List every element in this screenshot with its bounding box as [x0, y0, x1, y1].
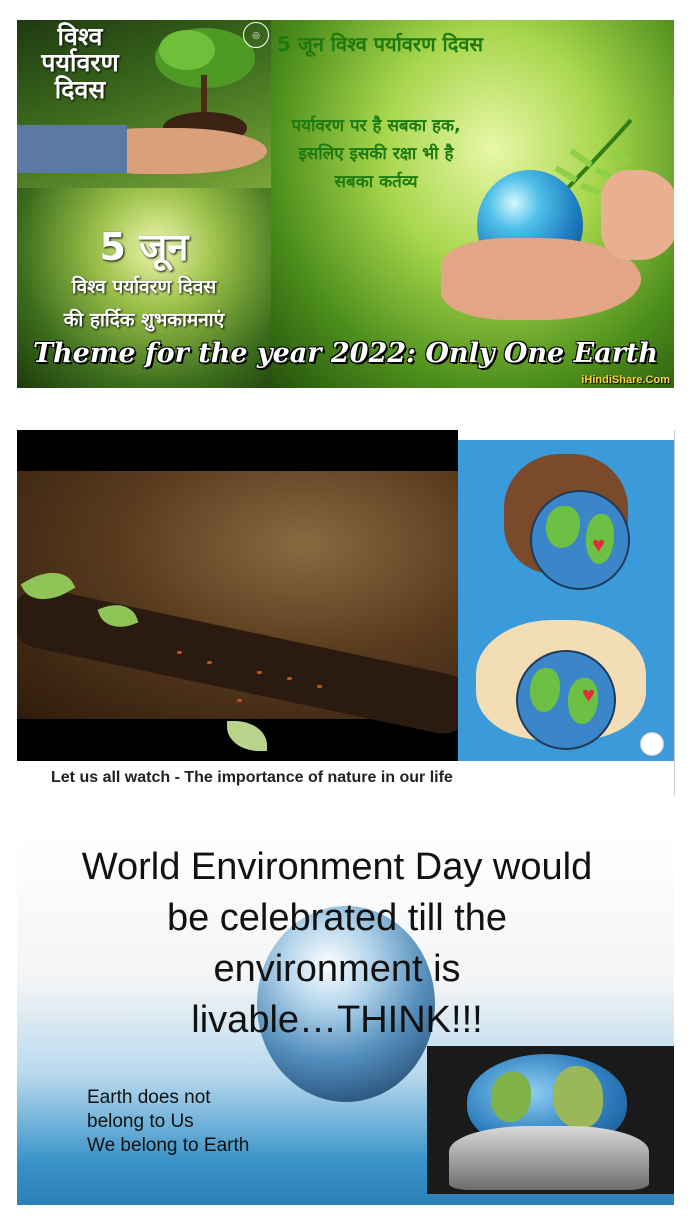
hindi-title: विश्व पर्यावरण दिवस [25, 22, 135, 104]
heart-icon: ♥ [582, 682, 596, 707]
sub-text: Earth does not belong to Us We belong to… [87, 1086, 249, 1158]
ant-icon [287, 677, 292, 680]
ant-icon [177, 651, 182, 654]
headline-line: livable…THINK!!! [191, 999, 483, 1041]
environment-day-collage-image[interactable]: विश्व पर्यावरण दिवस ◎ 5 जून विश्व पर्याव… [17, 20, 674, 388]
land-icon [546, 506, 580, 548]
quote-line: इसलिए इसकी रक्षा भी है [298, 144, 454, 164]
land-icon [553, 1066, 603, 1128]
video-caption: Let us all watch - The importance of nat… [51, 769, 453, 786]
arm-icon [601, 170, 674, 260]
sub-line: Earth does not [87, 1087, 211, 1108]
globe-icon: ♥ [516, 650, 616, 750]
quote-text: पर्यावरण पर है सबका हक, इसलिए इसकी रक्षा… [271, 112, 481, 196]
hands-icon [449, 1126, 649, 1190]
watermark-text: iHindiShare.Com [581, 374, 670, 386]
video-frame[interactable] [17, 471, 479, 751]
headline-text: World Environment Day would be celebrate… [17, 842, 657, 1046]
title-line: विश्व [57, 22, 103, 51]
paper-craft-earth-image: ♥ ♥ [458, 440, 674, 761]
leaf-icon [227, 721, 267, 751]
sapling-in-hands-image: विश्व पर्यावरण दिवस ◎ [17, 20, 271, 188]
headline-line: environment is [213, 948, 461, 990]
ant-icon [207, 661, 212, 664]
date-text: 5 जून [99, 225, 189, 269]
branch-icon [17, 582, 479, 740]
theme-text: Theme for the year 2022: Only One Earth [32, 338, 659, 369]
badge-icon: ◎ [243, 22, 269, 48]
sub-line: We belong to Earth [87, 1135, 250, 1156]
greeting-line: विश्व पर्यावरण दिवस [71, 276, 217, 298]
heart-icon: ♥ [592, 532, 606, 557]
headline-line: World Environment Day would [81, 846, 593, 888]
greeting-line: की हार्दिक शुभकामनाएं [63, 309, 225, 331]
land-icon [491, 1072, 531, 1122]
land-icon [530, 668, 560, 712]
nature-video-card[interactable]: ♥ ♥ Let us all watch - The importance of… [17, 430, 675, 796]
right-heading: 5 जून विश्व पर्यावरण दिवस [277, 32, 483, 56]
headline-line: be celebrated till the [166, 897, 508, 939]
quote-line: पर्यावरण पर है सबका हक, [291, 116, 461, 136]
globe-icon: ♥ [530, 490, 630, 590]
heart-earth-in-hands-image [427, 1046, 674, 1194]
environment-quote-image[interactable]: World Environment Day would be celebrate… [17, 836, 674, 1205]
ant-icon [237, 699, 242, 702]
quote-line: सबका कर्तव्य [334, 172, 418, 192]
sub-line: belong to Us [87, 1111, 194, 1132]
logo-icon [640, 732, 664, 756]
ant-icon [257, 671, 262, 674]
video-player[interactable] [17, 430, 479, 761]
globe-in-hands-image: 5 जून विश्व पर्यावरण दिवस पर्यावरण पर है… [271, 20, 674, 388]
sleeve-icon [17, 125, 127, 173]
title-line: दिवस [54, 74, 106, 104]
title-line: पर्यावरण [41, 48, 119, 78]
ant-icon [317, 685, 322, 688]
